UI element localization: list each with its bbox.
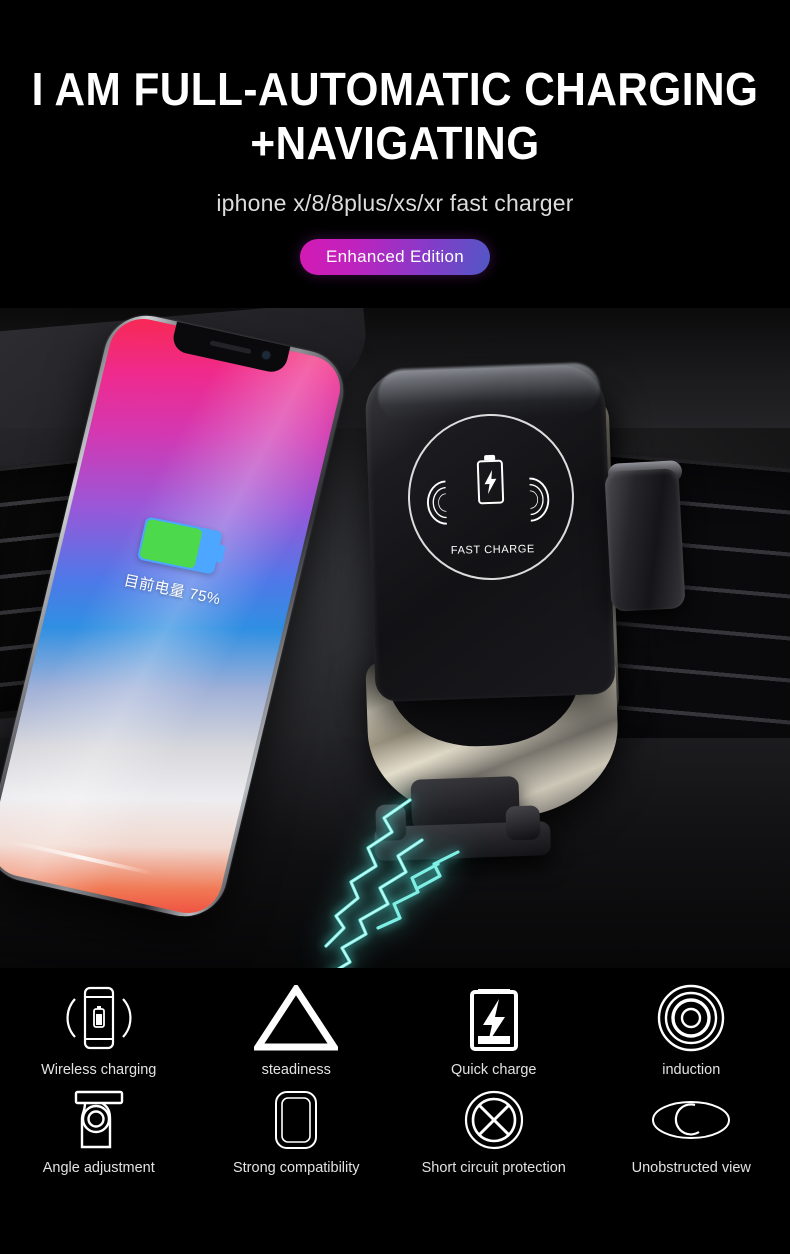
badge-container: Enhanced Edition [0,239,790,275]
features-section: Wireless charging steadiness Quick charg… [0,968,790,1192]
page-subtitle: iphone x/8/8plus/xs/xr fast charger [216,190,574,216]
triangle-steadiness-icon [198,982,396,1054]
feature-wireless-charging[interactable]: Wireless charging [0,982,198,1078]
feature-angle-adjustment[interactable]: Angle adjustment [0,1088,198,1176]
logo-battery-icon [476,459,505,505]
features-row-2: Angle adjustment Strong compatibility Sh… [0,1088,790,1176]
feature-unobstructed-view[interactable]: Unobstructed view [593,1088,790,1176]
wireless-charging-icon [0,982,198,1054]
feature-quick-charge[interactable]: Quick charge [395,982,593,1078]
page-title-line2: +NAVIGATING [250,117,540,169]
charger-top-highlight [377,362,601,422]
enhanced-edition-badge[interactable]: Enhanced Edition [299,239,491,275]
wave-arc-right-icon [509,476,557,526]
cradle-lip-right [505,805,541,841]
battery-bolt-icon [395,982,593,1054]
wave-arc-left-icon [425,479,473,529]
product-banner-page: I AM FULL-AUTOMATIC CHARGING +NAVIGATING… [0,0,790,1254]
feature-label: Wireless charging [41,1062,157,1078]
electric-arc-effect [318,778,508,968]
feature-label: Short circuit protection [421,1160,566,1176]
feature-short-circuit-protection[interactable]: Short circuit protection [395,1088,593,1176]
product-photo: 目前电量 75% FAST CHARGE [0,308,790,968]
battery-fill [138,518,203,569]
fast-charge-logo-text: FAST CHARGE [450,543,535,557]
page-title-line1: I AM FULL-AUTOMATIC CHARGING [31,63,759,115]
feature-label: steadiness [261,1062,331,1078]
feature-label: Strong compatibility [232,1160,360,1176]
feature-label: induction [662,1062,721,1078]
feature-label: Unobstructed view [631,1160,751,1176]
header-section: I AM FULL-AUTOMATIC CHARGING +NAVIGATING… [0,0,790,308]
phone-outline-compatibility-icon [198,1088,396,1152]
features-row-1: Wireless charging steadiness Quick charg… [0,982,790,1078]
concentric-circles-induction-icon [593,982,790,1054]
charger-clamp-arm [604,468,686,612]
circle-x-short-circuit-icon [395,1088,593,1152]
earpiece-speaker-icon [208,340,252,355]
feature-label: Angle adjustment [42,1160,155,1176]
angle-adjustment-icon [0,1088,198,1152]
feature-induction[interactable]: induction [593,982,790,1078]
front-camera-icon [261,350,270,360]
feature-steadiness[interactable]: steadiness [198,982,396,1078]
feature-strong-compatibility[interactable]: Strong compatibility [198,1088,396,1176]
ellipse-crescent-view-icon [593,1088,790,1152]
feature-label: Quick charge [451,1062,537,1078]
